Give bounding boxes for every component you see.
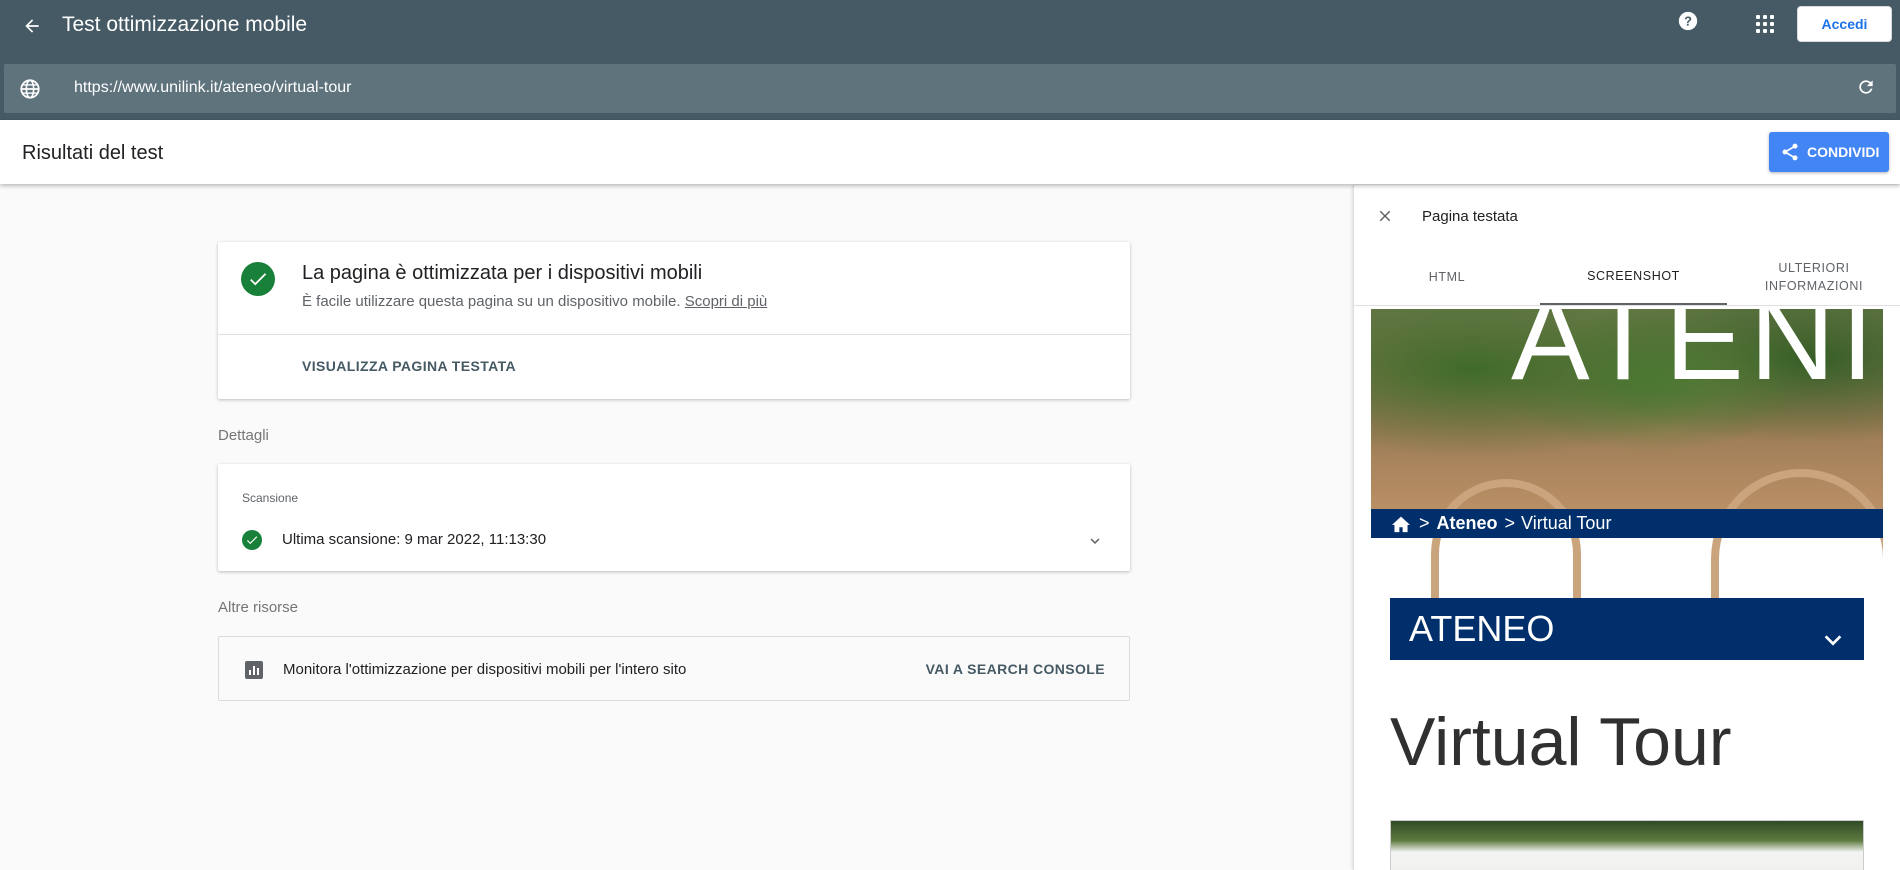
resource-text: Monitora l'ottimizzazione per dispositiv… (283, 661, 687, 678)
url-input[interactable]: https://www.unilink.it/ateneo/virtual-to… (74, 79, 351, 97)
tab-more-info-line1: ULTERIORI (1778, 261, 1850, 275)
tab-screenshot[interactable]: SCREENSHOT (1540, 249, 1727, 305)
other-resources-label: Altre risorse (218, 599, 299, 616)
tab-more-info[interactable]: ULTERIORI INFORMAZIONI (1727, 249, 1900, 305)
tab-more-info-line2: INFORMAZIONI (1764, 279, 1864, 293)
tested-page-panel: Pagina testata HTML SCREENSHOT ULTERIORI… (1353, 185, 1900, 870)
share-button[interactable]: CONDIVIDI (1769, 132, 1889, 172)
refresh-icon[interactable] (1856, 77, 1878, 99)
chevron-down-icon (1822, 618, 1844, 646)
tabs-divider (1354, 305, 1900, 306)
help-icon[interactable]: ? (1676, 9, 1700, 33)
breadcrumb-section: Ateneo (1436, 513, 1498, 533)
bar-chart-icon (245, 661, 263, 679)
panel-title: Pagina testata (1422, 208, 1518, 225)
scan-label: Scansione (242, 491, 299, 505)
panel-tabs: HTML SCREENSHOT ULTERIORI INFORMAZIONI (1354, 249, 1900, 305)
apps-grid-icon[interactable] (1753, 12, 1777, 36)
tab-html[interactable]: HTML (1354, 249, 1540, 305)
site-page-title: Virtual Tour (1390, 704, 1732, 780)
learn-more-link[interactable]: Scopri di più (685, 293, 768, 310)
svg-text:?: ? (1684, 14, 1692, 29)
hero-word: ATENI (1511, 309, 1880, 405)
search-console-link[interactable]: VAI A SEARCH CONSOLE (926, 661, 1105, 677)
results-header: Risultati del test CONDIVIDI (0, 120, 1900, 184)
hero-arch (1431, 479, 1581, 599)
last-crawl-text: Ultima scansione: 9 mar 2022, 11:13:30 (282, 531, 547, 548)
summary-description: È facile utilizzare questa pagina su un … (302, 293, 767, 310)
back-arrow-icon[interactable] (18, 12, 46, 40)
page-screenshot: ATENI > Ateneo > Virtual Tour ATENEO Vir… (1371, 309, 1883, 870)
app-header: Test ottimizzazione mobile ? Accedi http… (0, 0, 1900, 120)
url-bar[interactable]: https://www.unilink.it/ateneo/virtual-to… (4, 64, 1896, 113)
crawl-details-card[interactable]: Scansione Ultima scansione: 9 mar 2022, … (218, 464, 1130, 571)
app-title: Test ottimizzazione mobile (62, 13, 308, 36)
details-section-label: Dettagli (218, 427, 269, 444)
signin-button[interactable]: Accedi (1797, 6, 1892, 42)
globe-icon (19, 78, 41, 100)
check-circle-icon (242, 530, 262, 550)
mobile-friendly-summary-card: La pagina è ottimizzata per i dispositiv… (218, 242, 1130, 399)
site-section-dropdown: ATENEO (1390, 598, 1864, 660)
site-breadcrumb: > Ateneo > Virtual Tour (1371, 509, 1883, 538)
breadcrumb-page: Virtual Tour (1521, 513, 1612, 533)
search-console-resource: Monitora l'ottimizzazione per dispositiv… (218, 636, 1130, 701)
chevron-down-icon[interactable] (1086, 532, 1104, 550)
summary-title: La pagina è ottimizzata per i dispositiv… (302, 262, 703, 284)
home-icon (1391, 515, 1411, 533)
summary-description-text: È facile utilizzare questa pagina su un … (302, 293, 681, 310)
share-icon (1780, 142, 1800, 162)
dropdown-label: ATENEO (1409, 608, 1555, 649)
hero-image: ATENI (1371, 309, 1883, 599)
check-circle-icon (241, 262, 275, 296)
close-icon[interactable] (1376, 207, 1394, 225)
divider (218, 334, 1130, 335)
share-label: CONDIVIDI (1807, 144, 1880, 160)
site-photo (1390, 820, 1864, 870)
results-heading: Risultati del test (22, 142, 164, 164)
view-tested-page-button[interactable]: VISUALIZZA PAGINA TESTATA (302, 358, 516, 374)
breadcrumb-separator: > (1504, 513, 1516, 533)
breadcrumb-separator: > (1419, 513, 1430, 533)
